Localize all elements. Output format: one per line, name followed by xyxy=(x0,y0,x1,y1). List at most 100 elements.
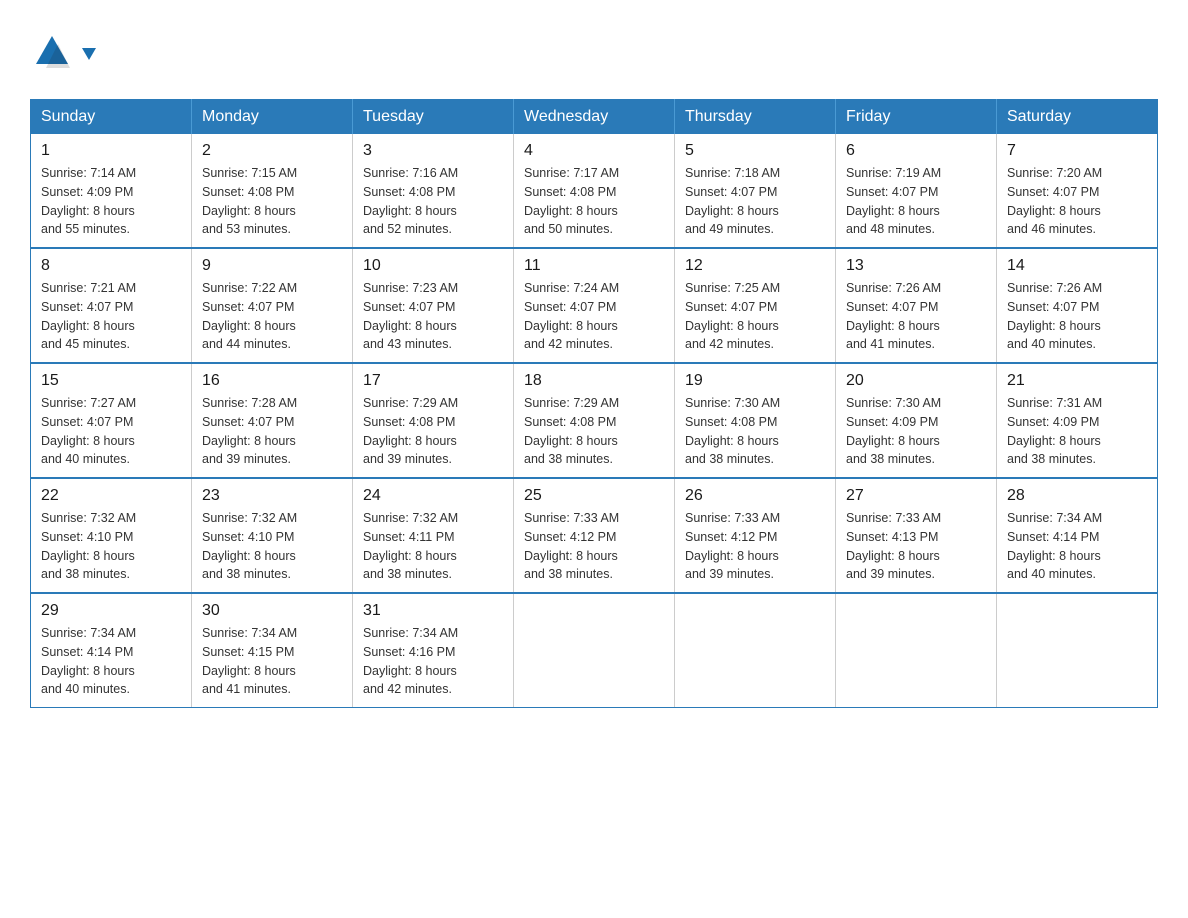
day-number: 11 xyxy=(524,257,664,275)
day-info: Sunrise: 7:24 AM Sunset: 4:07 PM Dayligh… xyxy=(524,279,664,354)
calendar-day-cell: 5 Sunrise: 7:18 AM Sunset: 4:07 PM Dayli… xyxy=(675,134,836,248)
weekday-header-tuesday: Tuesday xyxy=(353,100,514,135)
calendar-week-row: 8 Sunrise: 7:21 AM Sunset: 4:07 PM Dayli… xyxy=(31,248,1158,363)
calendar-week-row: 29 Sunrise: 7:34 AM Sunset: 4:14 PM Dayl… xyxy=(31,593,1158,708)
day-info: Sunrise: 7:34 AM Sunset: 4:14 PM Dayligh… xyxy=(1007,509,1147,584)
day-number: 31 xyxy=(363,602,503,620)
weekday-header-thursday: Thursday xyxy=(675,100,836,135)
day-number: 2 xyxy=(202,142,342,160)
day-info: Sunrise: 7:33 AM Sunset: 4:13 PM Dayligh… xyxy=(846,509,986,584)
day-number: 5 xyxy=(685,142,825,160)
calendar-day-cell: 25 Sunrise: 7:33 AM Sunset: 4:12 PM Dayl… xyxy=(514,478,675,593)
day-number: 14 xyxy=(1007,257,1147,275)
day-info: Sunrise: 7:15 AM Sunset: 4:08 PM Dayligh… xyxy=(202,164,342,239)
day-number: 4 xyxy=(524,142,664,160)
calendar-day-cell: 13 Sunrise: 7:26 AM Sunset: 4:07 PM Dayl… xyxy=(836,248,997,363)
day-info: Sunrise: 7:16 AM Sunset: 4:08 PM Dayligh… xyxy=(363,164,503,239)
day-number: 25 xyxy=(524,487,664,505)
day-number: 19 xyxy=(685,372,825,390)
day-number: 12 xyxy=(685,257,825,275)
day-info: Sunrise: 7:29 AM Sunset: 4:08 PM Dayligh… xyxy=(524,394,664,469)
calendar-day-cell: 27 Sunrise: 7:33 AM Sunset: 4:13 PM Dayl… xyxy=(836,478,997,593)
day-info: Sunrise: 7:14 AM Sunset: 4:09 PM Dayligh… xyxy=(41,164,181,239)
calendar-day-cell: 14 Sunrise: 7:26 AM Sunset: 4:07 PM Dayl… xyxy=(997,248,1158,363)
day-info: Sunrise: 7:27 AM Sunset: 4:07 PM Dayligh… xyxy=(41,394,181,469)
day-number: 27 xyxy=(846,487,986,505)
day-info: Sunrise: 7:32 AM Sunset: 4:11 PM Dayligh… xyxy=(363,509,503,584)
calendar-day-cell: 16 Sunrise: 7:28 AM Sunset: 4:07 PM Dayl… xyxy=(192,363,353,478)
day-number: 24 xyxy=(363,487,503,505)
calendar-day-cell: 19 Sunrise: 7:30 AM Sunset: 4:08 PM Dayl… xyxy=(675,363,836,478)
logo-icon xyxy=(30,30,74,79)
calendar-day-cell: 23 Sunrise: 7:32 AM Sunset: 4:10 PM Dayl… xyxy=(192,478,353,593)
calendar-day-cell: 29 Sunrise: 7:34 AM Sunset: 4:14 PM Dayl… xyxy=(31,593,192,708)
calendar-day-cell: 7 Sunrise: 7:20 AM Sunset: 4:07 PM Dayli… xyxy=(997,134,1158,248)
day-info: Sunrise: 7:26 AM Sunset: 4:07 PM Dayligh… xyxy=(846,279,986,354)
weekday-header-monday: Monday xyxy=(192,100,353,135)
day-info: Sunrise: 7:32 AM Sunset: 4:10 PM Dayligh… xyxy=(202,509,342,584)
day-info: Sunrise: 7:19 AM Sunset: 4:07 PM Dayligh… xyxy=(846,164,986,239)
day-info: Sunrise: 7:20 AM Sunset: 4:07 PM Dayligh… xyxy=(1007,164,1147,239)
day-number: 15 xyxy=(41,372,181,390)
day-number: 18 xyxy=(524,372,664,390)
page-header xyxy=(30,30,1158,79)
calendar-day-cell: 11 Sunrise: 7:24 AM Sunset: 4:07 PM Dayl… xyxy=(514,248,675,363)
weekday-header-row: SundayMondayTuesdayWednesdayThursdayFrid… xyxy=(31,100,1158,135)
calendar-day-cell: 30 Sunrise: 7:34 AM Sunset: 4:15 PM Dayl… xyxy=(192,593,353,708)
calendar-day-cell: 8 Sunrise: 7:21 AM Sunset: 4:07 PM Dayli… xyxy=(31,248,192,363)
day-info: Sunrise: 7:31 AM Sunset: 4:09 PM Dayligh… xyxy=(1007,394,1147,469)
day-info: Sunrise: 7:33 AM Sunset: 4:12 PM Dayligh… xyxy=(685,509,825,584)
day-number: 16 xyxy=(202,372,342,390)
day-info: Sunrise: 7:18 AM Sunset: 4:07 PM Dayligh… xyxy=(685,164,825,239)
calendar-day-cell: 6 Sunrise: 7:19 AM Sunset: 4:07 PM Dayli… xyxy=(836,134,997,248)
day-info: Sunrise: 7:22 AM Sunset: 4:07 PM Dayligh… xyxy=(202,279,342,354)
calendar-week-row: 1 Sunrise: 7:14 AM Sunset: 4:09 PM Dayli… xyxy=(31,134,1158,248)
day-info: Sunrise: 7:30 AM Sunset: 4:09 PM Dayligh… xyxy=(846,394,986,469)
day-info: Sunrise: 7:26 AM Sunset: 4:07 PM Dayligh… xyxy=(1007,279,1147,354)
day-number: 29 xyxy=(41,602,181,620)
calendar-day-cell: 9 Sunrise: 7:22 AM Sunset: 4:07 PM Dayli… xyxy=(192,248,353,363)
day-number: 22 xyxy=(41,487,181,505)
day-number: 3 xyxy=(363,142,503,160)
weekday-header-sunday: Sunday xyxy=(31,100,192,135)
day-info: Sunrise: 7:34 AM Sunset: 4:14 PM Dayligh… xyxy=(41,624,181,699)
calendar-day-cell: 17 Sunrise: 7:29 AM Sunset: 4:08 PM Dayl… xyxy=(353,363,514,478)
day-number: 7 xyxy=(1007,142,1147,160)
calendar-empty-cell xyxy=(514,593,675,708)
day-info: Sunrise: 7:34 AM Sunset: 4:16 PM Dayligh… xyxy=(363,624,503,699)
calendar-day-cell: 21 Sunrise: 7:31 AM Sunset: 4:09 PM Dayl… xyxy=(997,363,1158,478)
calendar-day-cell: 15 Sunrise: 7:27 AM Sunset: 4:07 PM Dayl… xyxy=(31,363,192,478)
calendar-week-row: 22 Sunrise: 7:32 AM Sunset: 4:10 PM Dayl… xyxy=(31,478,1158,593)
logo-triangle-icon xyxy=(82,40,96,69)
calendar-day-cell: 1 Sunrise: 7:14 AM Sunset: 4:09 PM Dayli… xyxy=(31,134,192,248)
day-info: Sunrise: 7:17 AM Sunset: 4:08 PM Dayligh… xyxy=(524,164,664,239)
calendar-empty-cell xyxy=(675,593,836,708)
day-info: Sunrise: 7:34 AM Sunset: 4:15 PM Dayligh… xyxy=(202,624,342,699)
day-number: 20 xyxy=(846,372,986,390)
day-number: 13 xyxy=(846,257,986,275)
day-info: Sunrise: 7:30 AM Sunset: 4:08 PM Dayligh… xyxy=(685,394,825,469)
day-info: Sunrise: 7:29 AM Sunset: 4:08 PM Dayligh… xyxy=(363,394,503,469)
weekday-header-friday: Friday xyxy=(836,100,997,135)
day-number: 10 xyxy=(363,257,503,275)
calendar-empty-cell xyxy=(997,593,1158,708)
day-number: 6 xyxy=(846,142,986,160)
calendar-day-cell: 31 Sunrise: 7:34 AM Sunset: 4:16 PM Dayl… xyxy=(353,593,514,708)
calendar-week-row: 15 Sunrise: 7:27 AM Sunset: 4:07 PM Dayl… xyxy=(31,363,1158,478)
weekday-header-wednesday: Wednesday xyxy=(514,100,675,135)
calendar-day-cell: 18 Sunrise: 7:29 AM Sunset: 4:08 PM Dayl… xyxy=(514,363,675,478)
day-number: 9 xyxy=(202,257,342,275)
day-info: Sunrise: 7:28 AM Sunset: 4:07 PM Dayligh… xyxy=(202,394,342,469)
calendar-day-cell: 24 Sunrise: 7:32 AM Sunset: 4:11 PM Dayl… xyxy=(353,478,514,593)
day-number: 30 xyxy=(202,602,342,620)
calendar-day-cell: 4 Sunrise: 7:17 AM Sunset: 4:08 PM Dayli… xyxy=(514,134,675,248)
day-info: Sunrise: 7:32 AM Sunset: 4:10 PM Dayligh… xyxy=(41,509,181,584)
calendar-day-cell: 28 Sunrise: 7:34 AM Sunset: 4:14 PM Dayl… xyxy=(997,478,1158,593)
calendar-day-cell: 20 Sunrise: 7:30 AM Sunset: 4:09 PM Dayl… xyxy=(836,363,997,478)
day-info: Sunrise: 7:23 AM Sunset: 4:07 PM Dayligh… xyxy=(363,279,503,354)
calendar-day-cell: 2 Sunrise: 7:15 AM Sunset: 4:08 PM Dayli… xyxy=(192,134,353,248)
day-number: 8 xyxy=(41,257,181,275)
calendar-empty-cell xyxy=(836,593,997,708)
day-number: 1 xyxy=(41,142,181,160)
day-number: 28 xyxy=(1007,487,1147,505)
